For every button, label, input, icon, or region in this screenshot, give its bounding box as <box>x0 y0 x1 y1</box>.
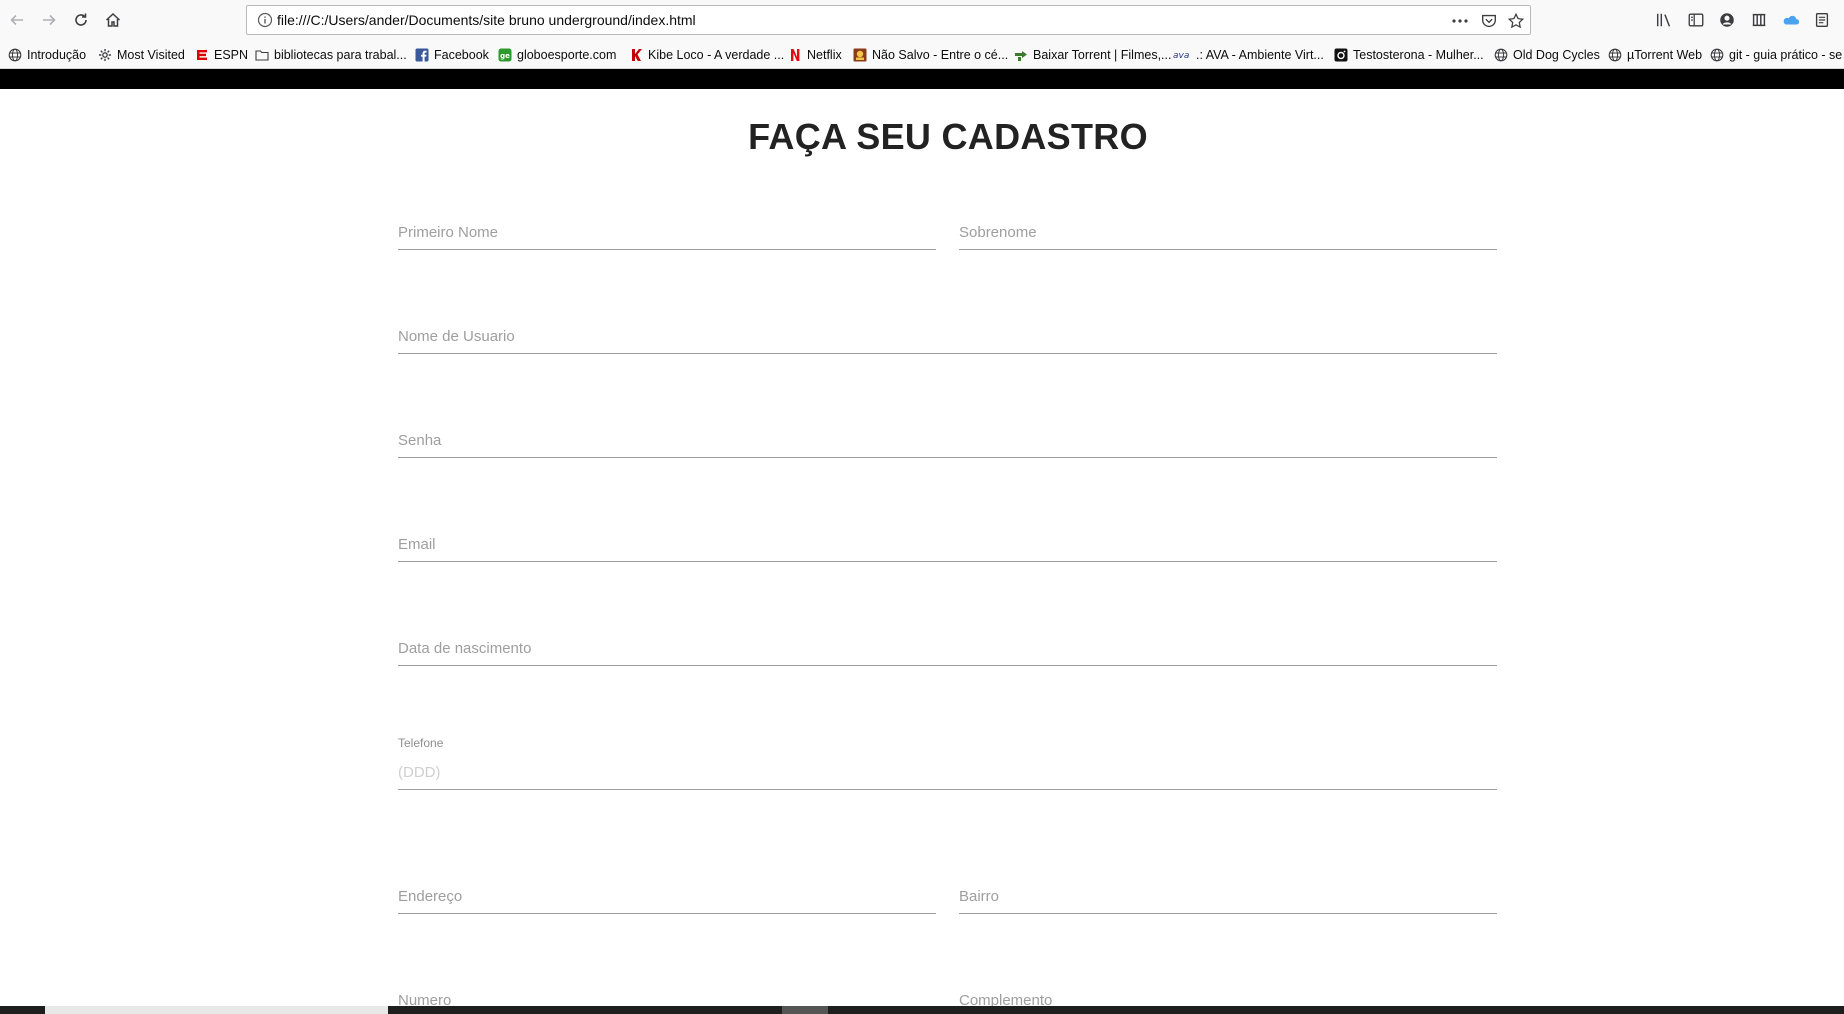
gear-icon <box>98 48 112 62</box>
torrent-icon <box>1014 48 1028 62</box>
bookmark-label: Most Visited <box>117 48 185 62</box>
password-placeholder: Senha <box>398 432 442 449</box>
address-field[interactable]: Endereço <box>398 882 936 914</box>
taskbar-item[interactable] <box>45 1006 388 1014</box>
camera-icon <box>1334 48 1348 62</box>
folder-icon <box>255 48 269 62</box>
page-header-bar <box>0 69 1844 89</box>
globe-icon <box>1710 48 1724 62</box>
bookmark-label: ESPN <box>214 48 249 62</box>
browser-toolbar: file:///C:/Users/ander/Documents/site br… <box>0 0 1844 40</box>
sidebar-icon[interactable] <box>1686 10 1706 30</box>
bookmark-label: git - guia prático - se <box>1729 48 1843 62</box>
birthdate-field[interactable]: Data de nascimento <box>398 634 1497 666</box>
onedrive-icon[interactable] <box>1781 10 1801 30</box>
account-icon[interactable] <box>1717 10 1737 30</box>
svg-text:ge: ge <box>500 52 510 60</box>
username-placeholder: Nome de Usuario <box>398 328 515 345</box>
bookmark-item[interactable]: Most Visited <box>98 46 185 64</box>
taskbar <box>0 1006 1844 1014</box>
globe-icon <box>1608 48 1622 62</box>
url-bar[interactable]: file:///C:/Users/ander/Documents/site br… <box>246 5 1531 35</box>
bookmark-item[interactable]: ESPN <box>195 46 248 64</box>
bookmark-label: Testosterona - Mulher... <box>1353 48 1484 62</box>
ava-icon: ava <box>1173 48 1191 62</box>
phone-field[interactable]: (DDD) <box>398 758 1497 790</box>
bookmark-item[interactable]: Old Dog Cycles <box>1494 46 1600 64</box>
bookmark-label: Old Dog Cycles <box>1513 48 1600 62</box>
globe-icon <box>1494 48 1508 62</box>
bookmark-item[interactable]: Netflix <box>788 46 842 64</box>
taskbar-item[interactable] <box>782 1006 828 1014</box>
site-info-icon[interactable] <box>257 12 273 28</box>
bookmarks-toolbar: Introdução Most Visited ESPN bibliotecas… <box>0 40 1844 69</box>
back-icon[interactable] <box>3 6 31 34</box>
bookmark-item[interactable]: Introdução <box>8 46 86 64</box>
bookmark-item[interactable]: Facebook <box>415 46 489 64</box>
bookmark-item[interactable]: µTorrent Web <box>1608 46 1702 64</box>
bookmark-label: µTorrent Web <box>1627 48 1703 62</box>
first-name-placeholder: Primeiro Nome <box>398 224 499 241</box>
neighborhood-field[interactable]: Bairro <box>959 882 1497 914</box>
page-title: FAÇA SEU CADASTRO <box>748 116 1148 157</box>
last-name-placeholder: Sobrenome <box>959 224 1037 241</box>
bookmark-label: globoesporte.com <box>517 48 617 62</box>
espn-icon <box>195 48 209 62</box>
bookmark-label: Netflix <box>807 48 842 62</box>
address-placeholder: Endereço <box>398 888 463 905</box>
neighborhood-placeholder: Bairro <box>959 888 1000 905</box>
bookmark-item[interactable]: Kibe Loco - A verdade ... <box>629 46 784 64</box>
username-field[interactable]: Nome de Usuario <box>398 322 1497 354</box>
email-field[interactable]: Email <box>398 530 1497 562</box>
bookmark-label: Baixar Torrent | Filmes,... <box>1033 48 1172 62</box>
bookmark-item[interactable]: ava .: AVA - Ambiente Virt... <box>1173 46 1324 64</box>
birthdate-placeholder: Data de nascimento <box>398 640 532 657</box>
home-icon[interactable] <box>99 6 127 34</box>
globe-icon <box>8 48 22 62</box>
bookmark-item[interactable]: Não Salvo - Entre o cé... <box>853 46 1008 64</box>
forward-icon[interactable] <box>35 6 63 34</box>
more-icon[interactable] <box>1450 11 1470 31</box>
naosalvo-icon <box>853 48 867 62</box>
first-name-field[interactable]: Primeiro Nome <box>398 218 936 250</box>
bookmark-star-icon[interactable] <box>1506 11 1526 31</box>
reload-icon[interactable] <box>67 6 95 34</box>
last-name-field[interactable]: Sobrenome <box>959 218 1497 250</box>
bookmark-label: Não Salvo - Entre o cé... <box>872 48 1009 62</box>
ge-icon: ge <box>498 48 512 62</box>
pocket-icon[interactable] <box>1479 11 1499 31</box>
password-field[interactable]: Senha <box>398 426 1497 458</box>
bookmark-label: Facebook <box>434 48 489 62</box>
email-placeholder: Email <box>398 536 436 553</box>
bookmark-label: Kibe Loco - A verdade ... <box>648 48 785 62</box>
notes-icon[interactable] <box>1812 10 1832 30</box>
bookmark-label: bibliotecas para trabal... <box>274 48 407 62</box>
library-icon[interactable] <box>1654 10 1674 30</box>
bookmark-label: Introdução <box>27 48 87 62</box>
kibe-icon <box>629 48 643 62</box>
bookmark-item[interactable]: Baixar Torrent | Filmes,... <box>1014 46 1171 64</box>
extension-icon[interactable] <box>1749 10 1769 30</box>
svg-text:ava: ava <box>1173 51 1189 61</box>
facebook-icon <box>415 48 429 62</box>
url-text[interactable]: file:///C:/Users/ander/Documents/site br… <box>277 12 696 28</box>
phone-label: Telefone <box>398 736 444 750</box>
bookmark-item[interactable]: bibliotecas para trabal... <box>255 46 407 64</box>
bookmark-item[interactable]: Testosterona - Mulher... <box>1334 46 1484 64</box>
bookmark-item[interactable]: git - guia prático - se <box>1710 46 1842 64</box>
netflix-icon <box>788 48 802 62</box>
bookmark-label: .: AVA - Ambiente Virt... <box>1196 48 1324 62</box>
bookmark-item[interactable]: ge globoesporte.com <box>498 46 616 64</box>
phone-placeholder: (DDD) <box>398 764 441 781</box>
